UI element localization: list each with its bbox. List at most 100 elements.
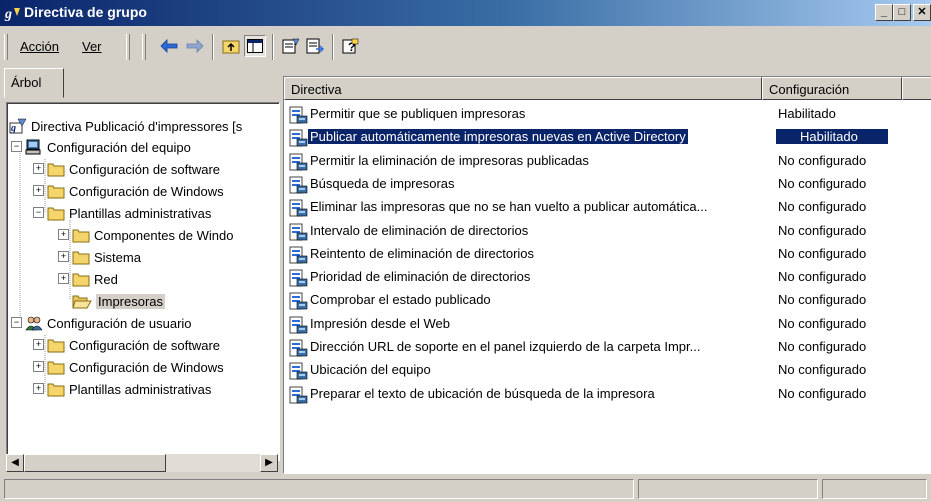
scroll-thumb[interactable] — [24, 454, 166, 472]
toolbar-separator — [332, 34, 334, 60]
policy-setting-value: No configurado — [778, 362, 867, 378]
tree-pane[interactable]: g Directiva Publicació d'impressores [s − C… — [6, 102, 280, 461]
group-policy-icon: g — [4, 7, 20, 22]
policy-setting-icon — [288, 292, 308, 313]
policy-row[interactable]: Publicar automáticamente impresoras nuev… — [284, 126, 904, 149]
policy-row[interactable]: Comprobar el estado publicado No configur… — [284, 289, 904, 312]
policy-setting-icon — [288, 129, 308, 150]
tree-item[interactable]: − Configuración del equipo — [11, 136, 191, 158]
expand-icon[interactable]: + — [58, 229, 69, 240]
policy-row[interactable]: Intervalo de eliminación de directorios N… — [284, 220, 904, 243]
menu-toolbar: Acción Ver ? — [0, 26, 931, 66]
status-pane-main — [4, 479, 634, 499]
help-button[interactable]: ? — [340, 35, 362, 57]
policy-setting-value: No configurado — [778, 315, 867, 331]
tree-item[interactable]: + Configuración de software — [33, 158, 220, 180]
maximize-button[interactable]: □ — [893, 4, 911, 21]
policy-row[interactable]: Permitir que se publiquen impresoras Habi… — [284, 103, 904, 126]
show-hide-tree-button[interactable] — [244, 35, 266, 57]
policy-name: Comprobar el estado publicado — [310, 292, 491, 308]
folder-icon — [47, 337, 65, 353]
minimize-button[interactable]: _ — [875, 4, 893, 21]
tree-item-label: Plantillas administrativas — [69, 381, 212, 397]
scroll-left-button[interactable]: ◀ — [6, 454, 24, 472]
tree-item[interactable]: + Configuración de Windows — [33, 356, 224, 378]
menu-action[interactable]: Acción — [20, 39, 59, 54]
column-header-setting[interactable]: Configuración — [762, 77, 902, 100]
policy-setting-icon — [288, 106, 308, 127]
scroll-right-button[interactable]: ▶ — [260, 454, 278, 472]
tab-tree[interactable]: Árbol — [4, 68, 64, 98]
policy-setting-value: No configurado — [778, 385, 867, 401]
column-header-policy[interactable]: Directiva — [284, 77, 762, 100]
policy-name: Búsqueda de impresoras — [310, 175, 455, 191]
policy-setting-value: No configurado — [778, 199, 867, 215]
policy-setting-icon — [288, 153, 308, 174]
export-list-button[interactable] — [304, 35, 326, 57]
policy-row[interactable]: Prioridad de eliminación de directorios N… — [284, 266, 904, 289]
tree-item[interactable]: + Componentes de Windo — [58, 224, 234, 246]
policy-row[interactable]: Dirección URL de soporte en el panel izq… — [284, 336, 904, 359]
tree-item[interactable]: Impresoras — [72, 290, 166, 312]
policy-setting-icon — [288, 176, 308, 197]
policy-name: Preparar el texto de ubicación de búsque… — [310, 385, 655, 401]
policy-setting-value: Habilitado — [776, 129, 888, 145]
collapse-icon[interactable]: − — [33, 207, 44, 218]
folder-icon — [47, 161, 65, 177]
tree-item[interactable]: + Configuración de Windows — [33, 180, 224, 202]
folder-open-icon — [72, 293, 92, 309]
policy-setting-value: Habilitado — [778, 106, 836, 121]
expand-icon[interactable]: + — [33, 339, 44, 350]
policy-row[interactable]: Impresión desde el Web No configurado — [284, 313, 904, 336]
expand-icon[interactable]: + — [33, 383, 44, 394]
svg-text:g: g — [10, 123, 16, 134]
tree-item[interactable]: g Directiva Publicació d'impressores [s — [9, 115, 242, 137]
tree-item[interactable]: − Configuración de usuario — [11, 312, 192, 334]
toolbar-grip[interactable] — [142, 34, 146, 60]
folder-up-icon — [222, 40, 240, 54]
export-list-icon — [306, 38, 324, 54]
policy-row[interactable]: Ubicación del equipo No configurado — [284, 359, 904, 382]
policy-list[interactable]: Directiva Configuración Permitir que se … — [283, 76, 931, 474]
policy-row[interactable]: Eliminar las impresoras que no se han vu… — [284, 196, 904, 219]
expand-icon[interactable]: + — [33, 163, 44, 174]
column-header-empty[interactable] — [902, 77, 931, 100]
close-button[interactable]: ✕ — [913, 4, 931, 21]
tree-item[interactable]: + Configuración de software — [33, 334, 221, 356]
folder-icon — [72, 271, 90, 287]
tree-item[interactable]: − Plantillas administrativas — [33, 202, 212, 224]
forward-arrow-icon — [186, 39, 204, 53]
status-bar — [0, 476, 931, 502]
menu-view[interactable]: Ver — [82, 39, 102, 54]
toolbar-grip[interactable] — [126, 34, 130, 60]
tree-horizontal-scrollbar[interactable]: ◀ ▶ — [6, 454, 278, 472]
up-one-level-button[interactable] — [220, 35, 242, 57]
policy-row[interactable]: Reintento de eliminación de directorios N… — [284, 243, 904, 266]
expand-icon[interactable]: + — [58, 273, 69, 284]
tab-tree-label: Árbol — [11, 75, 42, 90]
tree-item-label: Configuración de software — [69, 337, 221, 353]
expand-icon[interactable]: + — [33, 185, 44, 196]
expand-icon[interactable]: + — [58, 251, 69, 262]
collapse-icon[interactable]: − — [11, 141, 22, 152]
tree-item-label: Configuración de usuario — [47, 315, 192, 331]
back-arrow-icon — [160, 39, 178, 53]
forward-button[interactable] — [184, 35, 206, 57]
tree-item-label: Componentes de Windo — [94, 227, 234, 243]
tree-item-label: Plantillas administrativas — [69, 205, 212, 221]
collapse-icon[interactable]: − — [11, 317, 22, 328]
properties-button[interactable] — [280, 35, 302, 57]
back-button[interactable] — [158, 35, 180, 57]
policy-setting-icon — [288, 269, 308, 290]
tree-item[interactable]: + Plantillas administrativas — [33, 378, 212, 400]
tree-item[interactable]: + Sistema — [58, 246, 141, 268]
policy-row[interactable]: Búsqueda de impresoras No configurado — [284, 173, 904, 196]
toolbar-grip[interactable] — [4, 34, 8, 60]
user-icon — [25, 315, 43, 331]
tree-item[interactable]: + Red — [58, 268, 118, 290]
folder-icon — [47, 359, 65, 375]
policy-row[interactable]: Preparar el texto de ubicación de búsque… — [284, 383, 904, 406]
policy-row[interactable]: Permitir la eliminación de impresoras pu… — [284, 150, 904, 173]
expand-icon[interactable]: + — [33, 361, 44, 372]
policy-setting-value: No configurado — [778, 152, 867, 168]
